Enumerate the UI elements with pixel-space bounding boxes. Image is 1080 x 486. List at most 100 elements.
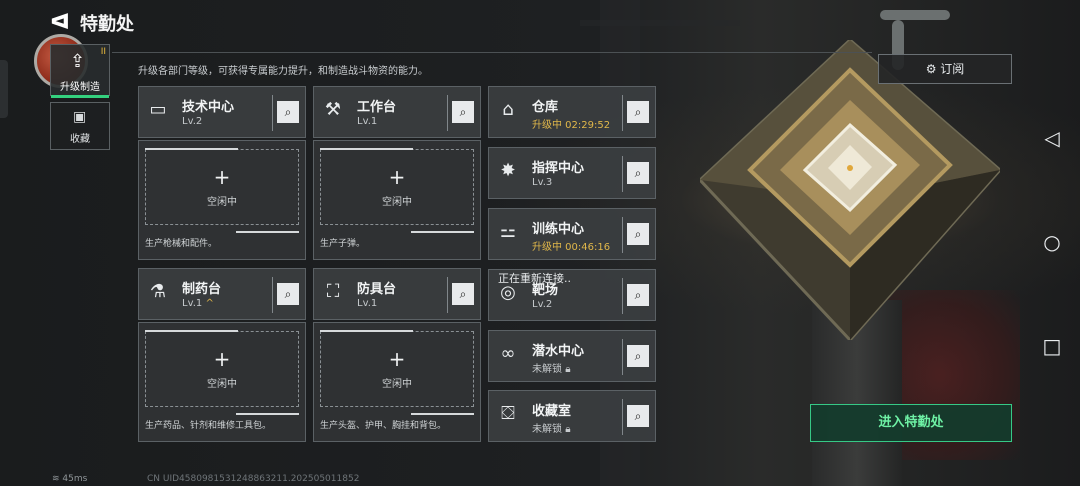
production-slot[interactable]: + 空闲中 生产药品、针剂和维修工具包。 xyxy=(138,322,306,442)
command-icon: ✸ xyxy=(500,160,516,181)
dept-status-text: 未解锁 xyxy=(532,424,562,435)
active-indicator xyxy=(51,95,109,98)
search-icon[interactable]: ⌕ xyxy=(452,101,474,123)
slot-status: 空闲中 xyxy=(382,197,412,208)
nav-collection-label: 收藏 xyxy=(70,134,90,145)
nav-upgrade-tab[interactable]: II ⇪ 升级制造 xyxy=(50,44,110,98)
slot-accent xyxy=(145,330,238,332)
collection-room-icon: ⛋ xyxy=(501,403,515,424)
ping-indicator: ≋ 45ms xyxy=(52,474,87,484)
dept-name: 仓库 xyxy=(532,100,559,115)
dept-level-text: Lv.1 xyxy=(182,298,203,309)
divider xyxy=(622,339,623,375)
warehouse-icon: ⌂ xyxy=(502,99,514,120)
bg-beam xyxy=(580,20,740,26)
search-icon[interactable]: ⌕ xyxy=(627,223,649,245)
dept-diving-center[interactable]: ∞ 潜水中心 未解锁 🔒︎ ⌕ xyxy=(488,330,656,382)
upgrade-icon: ⇪ xyxy=(70,51,86,72)
subscribe-button[interactable]: ⚙ 订阅 xyxy=(878,54,1012,84)
screen: { "header": {"back_glyph": "ᐊ", "title":… xyxy=(0,0,1080,486)
tools-icon: ⚒ xyxy=(324,99,342,120)
dept-status: Lv.3 xyxy=(532,177,553,188)
search-icon[interactable]: ⌕ xyxy=(627,284,649,306)
divider xyxy=(272,277,273,313)
production-slot[interactable]: + 空闲中 生产子弹。 xyxy=(313,140,481,260)
lock-icon: 🔒︎ xyxy=(565,424,571,435)
armor-icon: ⛶ xyxy=(326,281,340,302)
search-icon[interactable]: ⌕ xyxy=(627,405,649,427)
dept-training-center[interactable]: ⚍ 训练中心 升级中 00:46:16 ⌕ xyxy=(488,208,656,260)
divider xyxy=(622,156,623,192)
home-nav-icon[interactable]: ○ xyxy=(1030,230,1074,254)
pipe xyxy=(880,10,950,20)
back-nav-icon[interactable]: ◁ xyxy=(1030,126,1074,150)
dept-pharmacy[interactable]: ⚗ 制药台 Lv.1 ^ ⌕ xyxy=(138,268,306,320)
reconnect-notice: 正在重新连接.. xyxy=(498,272,571,285)
slot-status: 空闲中 xyxy=(382,379,412,390)
subscribe-label: 订阅 xyxy=(940,62,965,76)
back-icon[interactable]: ᐊ xyxy=(50,10,70,35)
dept-command-center[interactable]: ✸ 指挥中心 Lv.3 ⌕ xyxy=(488,147,656,199)
divider xyxy=(447,277,448,313)
slot-accent xyxy=(320,148,413,150)
dept-armor-bench[interactable]: ⛶ 防具台 Lv.1 ⌕ xyxy=(313,268,481,320)
page-title: 特勤处 xyxy=(80,14,134,35)
dept-status: 未解锁 🔒︎ xyxy=(532,360,571,375)
dept-collection-room[interactable]: ⛋ 收藏室 未解锁 🔒︎ ⌕ xyxy=(488,390,656,442)
slot-status: 空闲中 xyxy=(207,379,237,390)
slot-accent xyxy=(320,330,413,332)
dept-status: 升级中 02:29:52 xyxy=(532,120,611,131)
nav-collection-tab[interactable]: ▣ 收藏 xyxy=(50,102,110,150)
dept-level: Lv.1 xyxy=(357,116,378,127)
pause-icon: II xyxy=(100,47,106,57)
cube-artwork xyxy=(700,40,1000,340)
divider xyxy=(112,52,872,53)
search-icon[interactable]: ⌕ xyxy=(452,283,474,305)
enter-button[interactable]: 进入特勤处 xyxy=(810,404,1012,442)
diving-icon: ∞ xyxy=(500,343,516,364)
dept-workbench[interactable]: ⚒ 工作台 Lv.1 ⌕ xyxy=(313,86,481,138)
search-icon[interactable]: ⌕ xyxy=(627,101,649,123)
dumbbell-icon: ⚍ xyxy=(499,221,517,242)
slot-description: 生产子弹。 xyxy=(320,239,366,249)
add-icon[interactable]: + xyxy=(139,165,305,189)
dept-name: 训练中心 xyxy=(532,222,585,237)
add-icon[interactable]: + xyxy=(314,347,480,371)
dept-status: Lv.2 xyxy=(532,299,553,310)
dept-level: Lv.2 xyxy=(182,116,203,127)
divider xyxy=(622,278,623,314)
slot-status: 空闲中 xyxy=(207,197,237,208)
search-icon[interactable]: ⌕ xyxy=(627,345,649,367)
add-icon[interactable]: + xyxy=(139,347,305,371)
dept-name: 防具台 xyxy=(357,282,397,297)
dept-warehouse[interactable]: ⌂ 仓库 升级中 02:29:52 ⌕ xyxy=(488,86,656,138)
search-icon[interactable]: ⌕ xyxy=(277,283,299,305)
search-icon[interactable]: ⌕ xyxy=(627,162,649,184)
dept-tech-center[interactable]: ▭ 技术中心 Lv.2 ⌕ xyxy=(138,86,306,138)
slot-description: 生产头盔、护甲、胸挂和背包。 xyxy=(320,421,447,431)
dept-status: 未解锁 🔒︎ xyxy=(532,420,571,435)
production-slot[interactable]: + 空闲中 生产头盔、护甲、胸挂和背包。 xyxy=(313,322,481,442)
page-description: 升级各部门等级，可获得专属能力提升，和制造战斗物资的能力。 xyxy=(138,66,428,77)
dept-name: 潜水中心 xyxy=(532,344,585,359)
recents-nav-icon[interactable]: □ xyxy=(1030,334,1074,358)
slot-accent xyxy=(235,413,299,415)
slot-accent xyxy=(410,231,474,233)
divider xyxy=(272,95,273,131)
dept-name: 制药台 xyxy=(182,282,222,297)
nav-upgrade-label: 升级制造 xyxy=(60,82,100,93)
ping-value: 45ms xyxy=(62,474,88,484)
search-icon[interactable]: ⌕ xyxy=(277,101,299,123)
dept-name: 工作台 xyxy=(357,100,397,115)
slot-description: 生产枪械和配件。 xyxy=(145,239,218,249)
vault-icon: ▣ xyxy=(73,109,87,125)
slot-accent xyxy=(410,413,474,415)
side-drawer-tab[interactable] xyxy=(0,60,8,118)
production-slot[interactable]: + 空闲中 生产枪械和配件。 xyxy=(138,140,306,260)
microscope-icon: ⚗ xyxy=(149,281,167,302)
dept-level: Lv.1 ^ xyxy=(182,298,214,309)
divider xyxy=(622,95,623,131)
add-icon[interactable]: + xyxy=(314,165,480,189)
slot-description: 生产药品、针剂和维修工具包。 xyxy=(145,421,272,431)
dept-name: 技术中心 xyxy=(182,100,235,115)
